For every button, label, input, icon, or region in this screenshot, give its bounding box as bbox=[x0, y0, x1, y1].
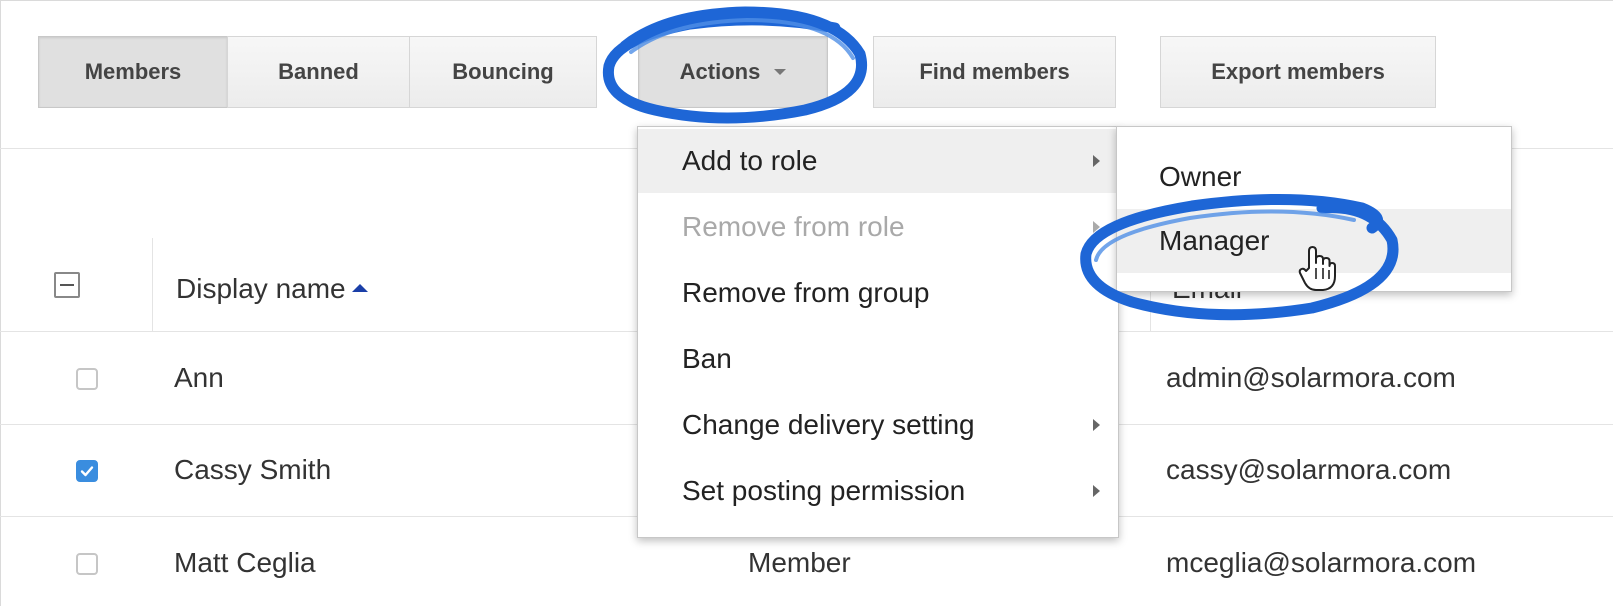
sort-ascending-icon bbox=[351, 283, 368, 292]
row-checkbox[interactable] bbox=[76, 368, 98, 390]
tab-members[interactable]: Members bbox=[38, 36, 228, 108]
menu-item-set-posting-permission[interactable]: Set posting permission bbox=[638, 459, 1118, 523]
menu-item-add-to-role[interactable]: Add to role bbox=[638, 129, 1118, 193]
menu-item-label: Manager bbox=[1159, 225, 1270, 256]
check-icon bbox=[80, 466, 94, 477]
menu-item-label: Change delivery setting bbox=[682, 409, 975, 440]
menu-item-manager[interactable]: Manager bbox=[1117, 209, 1511, 273]
member-role: Member bbox=[748, 547, 851, 578]
menu-item-label: Owner bbox=[1159, 161, 1242, 192]
actions-menu: Add to role Remove from role Remove from… bbox=[637, 126, 1119, 538]
select-all-checkbox[interactable] bbox=[54, 272, 80, 298]
chevron-right-icon bbox=[1093, 221, 1100, 233]
menu-item-ban[interactable]: Ban bbox=[638, 327, 1118, 391]
column-header-display-name[interactable]: Display name bbox=[176, 273, 368, 305]
menu-item-change-delivery-setting[interactable]: Change delivery setting bbox=[638, 393, 1118, 457]
menu-item-remove-from-role[interactable]: Remove from role bbox=[638, 195, 1118, 259]
column-header-label: Display name bbox=[176, 273, 346, 304]
member-email: cassy@solarmora.com bbox=[1166, 454, 1452, 485]
find-members-button[interactable]: Find members bbox=[873, 36, 1116, 108]
export-members-button[interactable]: Export members bbox=[1160, 36, 1436, 108]
menu-item-label: Set posting permission bbox=[682, 475, 966, 506]
actions-button[interactable]: Actions bbox=[638, 36, 828, 108]
menu-item-label: Remove from group bbox=[682, 277, 930, 308]
chevron-down-icon bbox=[774, 69, 787, 75]
row-checkbox[interactable] bbox=[76, 553, 98, 575]
menu-item-remove-from-group[interactable]: Remove from group bbox=[638, 261, 1118, 325]
role-submenu: Owner Manager bbox=[1116, 126, 1512, 292]
member-email: admin@solarmora.com bbox=[1166, 362, 1456, 393]
member-name: Ann bbox=[174, 362, 224, 393]
chevron-right-icon bbox=[1093, 155, 1100, 167]
menu-item-label: Ban bbox=[682, 343, 732, 374]
row-checkbox[interactable] bbox=[76, 460, 98, 482]
column-divider bbox=[152, 238, 153, 332]
chevron-right-icon bbox=[1093, 419, 1100, 431]
chevron-right-icon bbox=[1093, 485, 1100, 497]
menu-item-owner[interactable]: Owner bbox=[1117, 145, 1511, 209]
tab-banned[interactable]: Banned bbox=[227, 36, 410, 108]
menu-item-label: Add to role bbox=[682, 145, 818, 176]
menu-item-label: Remove from role bbox=[682, 211, 905, 242]
member-name: Matt Ceglia bbox=[174, 547, 316, 578]
member-name: Cassy Smith bbox=[174, 454, 332, 485]
tab-bouncing[interactable]: Bouncing bbox=[409, 36, 597, 108]
actions-label: Actions bbox=[679, 59, 761, 84]
member-email: mceglia@solarmora.com bbox=[1166, 547, 1477, 578]
